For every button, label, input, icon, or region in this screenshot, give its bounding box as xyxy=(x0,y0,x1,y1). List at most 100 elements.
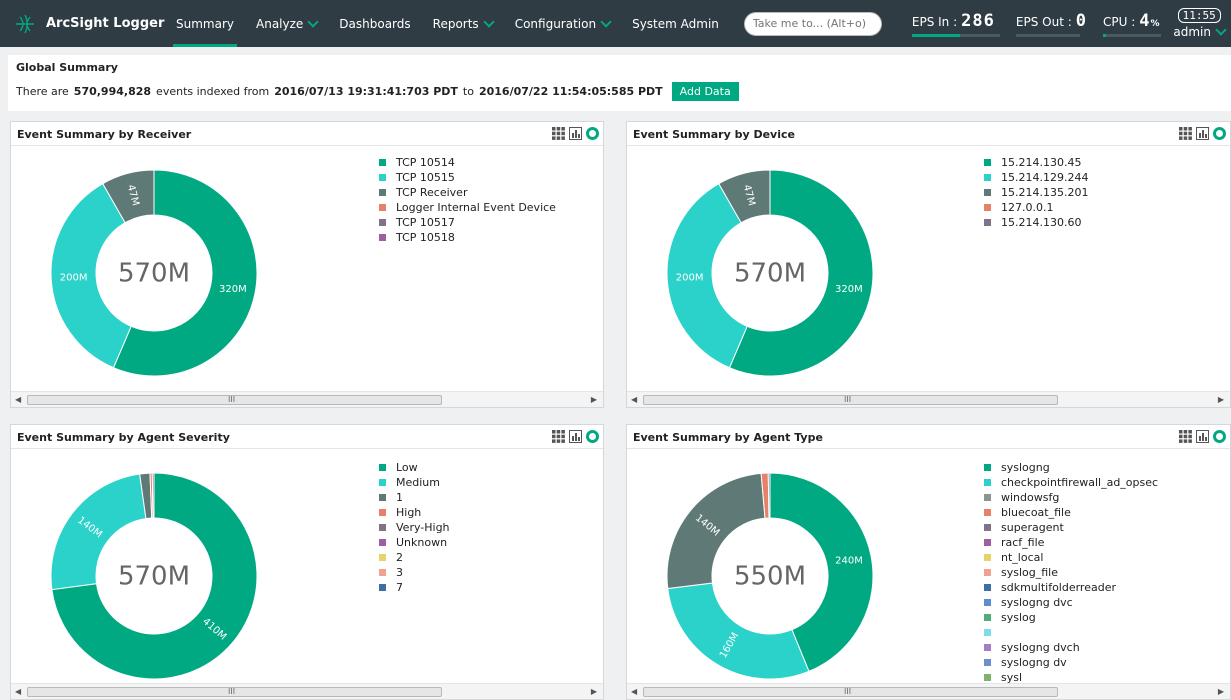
horizontal-scrollbar[interactable]: ◀ III ▶ xyxy=(627,683,1230,699)
legend-item[interactable]: superagent xyxy=(984,520,1158,535)
legend-item[interactable]: Unknown xyxy=(379,535,450,550)
legend-item[interactable]: sysl xyxy=(984,670,1158,683)
legend-item[interactable]: 2 xyxy=(379,550,450,565)
chart-legend: Low Medium 1 High Very-High Unknown 2 3 7 xyxy=(379,460,450,595)
event-count: 570,994,828 xyxy=(73,85,152,98)
nav-item-system-admin[interactable]: System Admin xyxy=(621,0,730,47)
scrollbar-grip-icon: III xyxy=(228,687,236,696)
scroll-right-icon[interactable]: ▶ xyxy=(591,687,597,696)
legend-item[interactable]: bluecoat_file xyxy=(984,505,1158,520)
search-input[interactable] xyxy=(743,11,882,36)
scrollbar-thumb[interactable]: III xyxy=(27,395,442,405)
legend-item[interactable]: syslog xyxy=(984,610,1158,625)
panel-tools xyxy=(1179,430,1226,443)
scroll-left-icon[interactable]: ◀ xyxy=(15,395,21,404)
nav-item-reports[interactable]: Reports xyxy=(422,0,504,47)
scroll-left-icon[interactable]: ◀ xyxy=(631,395,637,404)
legend-item[interactable]: syslogng dvch xyxy=(984,640,1158,655)
donut-chart-icon[interactable] xyxy=(1213,127,1226,140)
legend-item[interactable]: syslogng dv xyxy=(984,655,1158,670)
scroll-left-icon[interactable]: ◀ xyxy=(15,687,21,696)
nav-item-analyze[interactable]: Analyze xyxy=(245,0,328,47)
legend-item[interactable]: 15.214.130.45 xyxy=(984,155,1088,170)
grid-view-icon[interactable] xyxy=(1179,127,1192,140)
legend-swatch xyxy=(984,174,991,181)
legend-item[interactable]: 127.0.0.1 xyxy=(984,200,1088,215)
user-menu[interactable]: admin xyxy=(1173,24,1227,39)
scrollbar-thumb[interactable]: III xyxy=(643,687,1058,697)
legend-label: checkpointfirewall_ad_opsec xyxy=(1001,476,1159,489)
bar-chart-icon[interactable] xyxy=(1196,127,1209,140)
scrollbar-thumb[interactable]: III xyxy=(27,687,442,697)
legend-swatch xyxy=(379,204,386,211)
grid-view-icon[interactable] xyxy=(552,127,565,140)
bar-chart-icon[interactable] xyxy=(569,127,582,140)
donut-segment[interactable] xyxy=(151,472,155,519)
grid-view-icon[interactable] xyxy=(1179,430,1192,443)
legend-item[interactable]: syslogng dvc xyxy=(984,595,1158,610)
donut-chart-icon[interactable] xyxy=(586,430,599,443)
legend-item[interactable]: syslogng xyxy=(984,460,1158,475)
nav-item-label: Summary xyxy=(176,16,234,31)
legend-item[interactable]: TCP Receiver xyxy=(379,185,556,200)
legend-label: 1 xyxy=(396,491,403,504)
horizontal-scrollbar[interactable]: ◀ III ▶ xyxy=(627,391,1230,407)
panel-body: 410M 140M 570M Low Medium 1 High Very-High Unkno… xyxy=(11,450,603,683)
legend-item[interactable]: sdkmultifolderreader xyxy=(984,580,1158,595)
bar-chart-icon[interactable] xyxy=(569,430,582,443)
legend-item[interactable]: syslog_file xyxy=(984,565,1158,580)
legend-item[interactable]: High xyxy=(379,505,450,520)
legend-item[interactable]: Low xyxy=(379,460,450,475)
legend-label: Medium xyxy=(396,476,440,489)
chart-legend: 15.214.130.45 15.214.129.244 15.214.135.20… xyxy=(984,155,1088,230)
legend-item[interactable]: nt_local xyxy=(984,550,1158,565)
add-data-button[interactable]: Add Data xyxy=(671,82,739,101)
legend-item[interactable]: 15.214.135.201 xyxy=(984,185,1088,200)
donut-chart-icon[interactable] xyxy=(586,127,599,140)
donut-chart-icon[interactable] xyxy=(1213,430,1226,443)
horizontal-scrollbar[interactable]: ◀ III ▶ xyxy=(11,391,603,407)
legend-item[interactable]: TCP 10514 xyxy=(379,155,556,170)
brand[interactable]: ArcSight Logger xyxy=(0,13,165,35)
nav-item-dashboards[interactable]: Dashboards xyxy=(328,0,421,47)
legend-item[interactable]: TCP 10515 xyxy=(379,170,556,185)
legend-item[interactable]: TCP 10518 xyxy=(379,230,556,245)
legend-item[interactable]: TCP 10517 xyxy=(379,215,556,230)
scrollbar-thumb[interactable]: III xyxy=(643,395,1058,405)
legend-item[interactable]: 15.214.130.60 xyxy=(984,215,1088,230)
legend-swatch xyxy=(984,509,991,516)
legend-label: 15.214.129.244 xyxy=(1001,171,1089,184)
legend-item[interactable] xyxy=(984,625,1158,640)
scroll-right-icon[interactable]: ▶ xyxy=(591,395,597,404)
legend-item[interactable]: Logger Internal Event Device xyxy=(379,200,556,215)
legend-item[interactable]: Very-High xyxy=(379,520,450,535)
cpu-label: CPU : xyxy=(1103,14,1136,29)
legend-item[interactable]: windowsfg xyxy=(984,490,1158,505)
scroll-right-icon[interactable]: ▶ xyxy=(1218,395,1224,404)
legend-label: 15.214.135.201 xyxy=(1001,186,1089,199)
legend-item[interactable]: racf_file xyxy=(984,535,1158,550)
legend-label: sysl xyxy=(1001,671,1023,683)
legend-item[interactable]: checkpointfirewall_ad_opsec xyxy=(984,475,1158,490)
legend-item[interactable]: 1 xyxy=(379,490,450,505)
scroll-right-icon[interactable]: ▶ xyxy=(1218,687,1224,696)
legend-label: Unknown xyxy=(396,536,448,549)
scroll-left-icon[interactable]: ◀ xyxy=(631,687,637,696)
donut-segment[interactable] xyxy=(767,472,771,519)
legend-item[interactable]: Medium xyxy=(379,475,450,490)
legend-item[interactable]: 7 xyxy=(379,580,450,595)
legend-label: High xyxy=(396,506,422,519)
legend-swatch xyxy=(379,189,386,196)
nav-item-configuration[interactable]: Configuration xyxy=(504,0,621,47)
grid-view-icon[interactable] xyxy=(552,430,565,443)
legend-item[interactable]: 15.214.129.244 xyxy=(984,170,1088,185)
donut-segment[interactable] xyxy=(667,582,810,680)
legend-item[interactable]: 3 xyxy=(379,565,450,580)
panel-receiver: Event Summary by Receiver 320M 200M 47M 570… xyxy=(10,121,604,408)
panel-title: Event Summary by Device xyxy=(633,128,795,141)
nav-item-label: Analyze xyxy=(256,16,304,31)
horizontal-scrollbar[interactable]: ◀ III ▶ xyxy=(11,683,603,699)
legend-swatch xyxy=(379,174,386,181)
bar-chart-icon[interactable] xyxy=(1196,430,1209,443)
nav-item-summary[interactable]: Summary xyxy=(165,0,245,47)
